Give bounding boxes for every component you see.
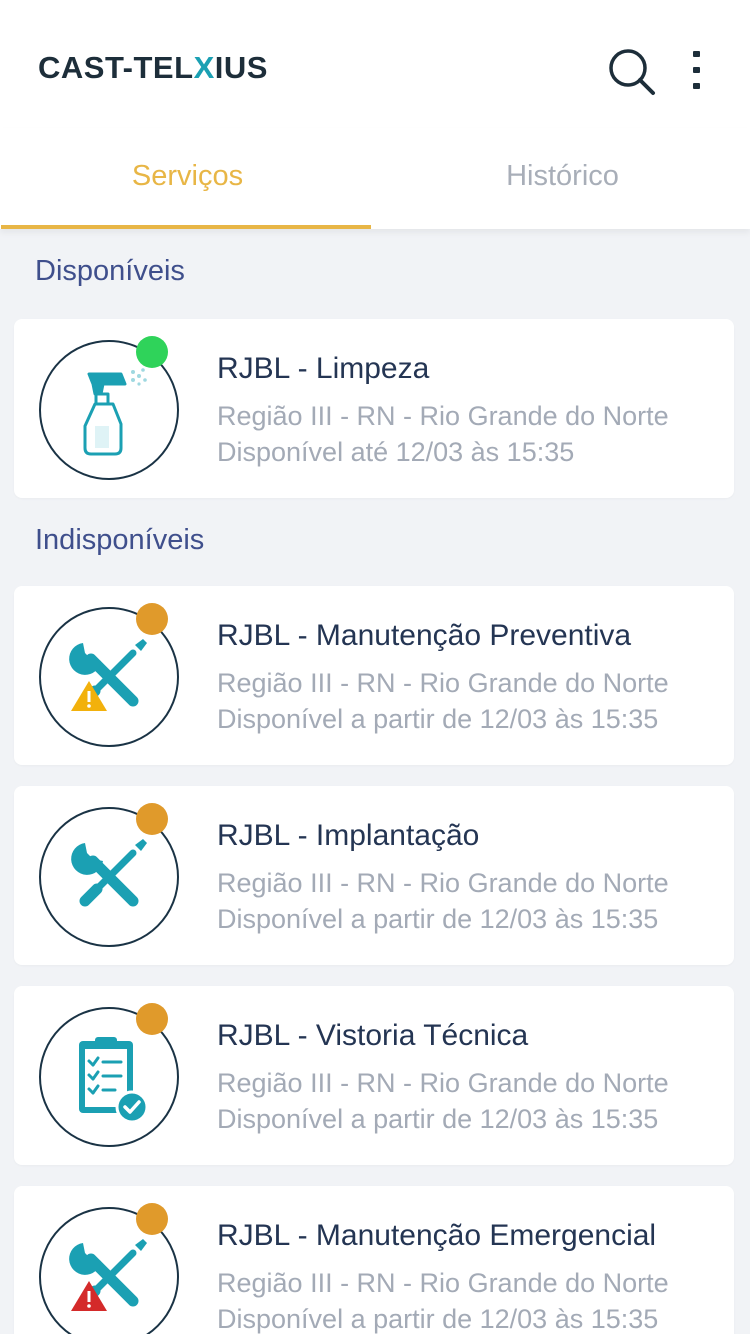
logo-text-prefix: CAST-TEL (38, 50, 194, 85)
logo-text-x: X (193, 50, 215, 85)
service-region: Região III - RN - Rio Grande do Norte (217, 868, 669, 898)
more-options-button[interactable] (682, 48, 712, 92)
service-region: Região III - RN - Rio Grande do Norte (217, 668, 669, 698)
app-logo: CAST-TELXIUS (38, 50, 268, 86)
tab-bar: Serviços Histórico (0, 128, 750, 229)
status-dot-available (136, 336, 168, 368)
service-title: RJBL - Manutenção Preventiva (217, 619, 632, 652)
service-title: RJBL - Vistoria Técnica (217, 1019, 529, 1052)
service-region: Região III - RN - Rio Grande do Norte (217, 1068, 669, 1098)
status-dot-unavailable (136, 803, 168, 835)
service-card-implantacao[interactable]: RJBL - Implantação Região III - RN - Rio… (14, 786, 734, 965)
service-region: Região III - RN - Rio Grande do Norte (217, 401, 669, 431)
service-availability: Disponível a partir de 12/03 às 15:35 (217, 1104, 659, 1134)
service-availability: Disponível a partir de 12/03 às 15:35 (217, 1304, 659, 1334)
service-availability: Disponível a partir de 12/03 às 15:35 (217, 704, 659, 734)
service-region: Região III - RN - Rio Grande do Norte (217, 1268, 669, 1298)
status-dot-unavailable (136, 1003, 168, 1035)
service-card-vistoria-tecnica[interactable]: RJBL - Vistoria Técnica Região III - RN … (14, 986, 734, 1165)
service-availability: Disponível até 12/03 às 15:35 (217, 437, 575, 467)
status-dot-unavailable (136, 1203, 168, 1235)
status-dot-unavailable (136, 603, 168, 635)
tab-servicos[interactable]: Serviços (0, 128, 375, 229)
more-vertical-icon (693, 51, 700, 89)
service-card-manutencao-emergencial[interactable]: RJBL - Manutenção Emergencial Região III… (14, 1186, 734, 1334)
app-header: CAST-TELXIUS (0, 0, 750, 128)
search-button[interactable] (606, 46, 658, 98)
service-title: RJBL - Limpeza (217, 352, 430, 385)
section-title-available: Disponíveis (35, 255, 185, 287)
service-title: RJBL - Implantação (217, 819, 480, 852)
logo-text-suffix: IUS (214, 50, 268, 85)
section-title-unavailable: Indisponíveis (35, 524, 205, 556)
tab-historico[interactable]: Histórico (375, 128, 750, 229)
search-icon (609, 49, 655, 95)
service-title: RJBL - Manutenção Emergencial (217, 1219, 657, 1252)
active-tab-indicator (1, 225, 371, 229)
service-card-manutencao-preventiva[interactable]: RJBL - Manutenção Preventiva Região III … (14, 586, 734, 765)
service-availability: Disponível a partir de 12/03 às 15:35 (217, 904, 659, 934)
service-card-limpeza[interactable]: RJBL - Limpeza Região III - RN - Rio Gra… (14, 319, 734, 498)
